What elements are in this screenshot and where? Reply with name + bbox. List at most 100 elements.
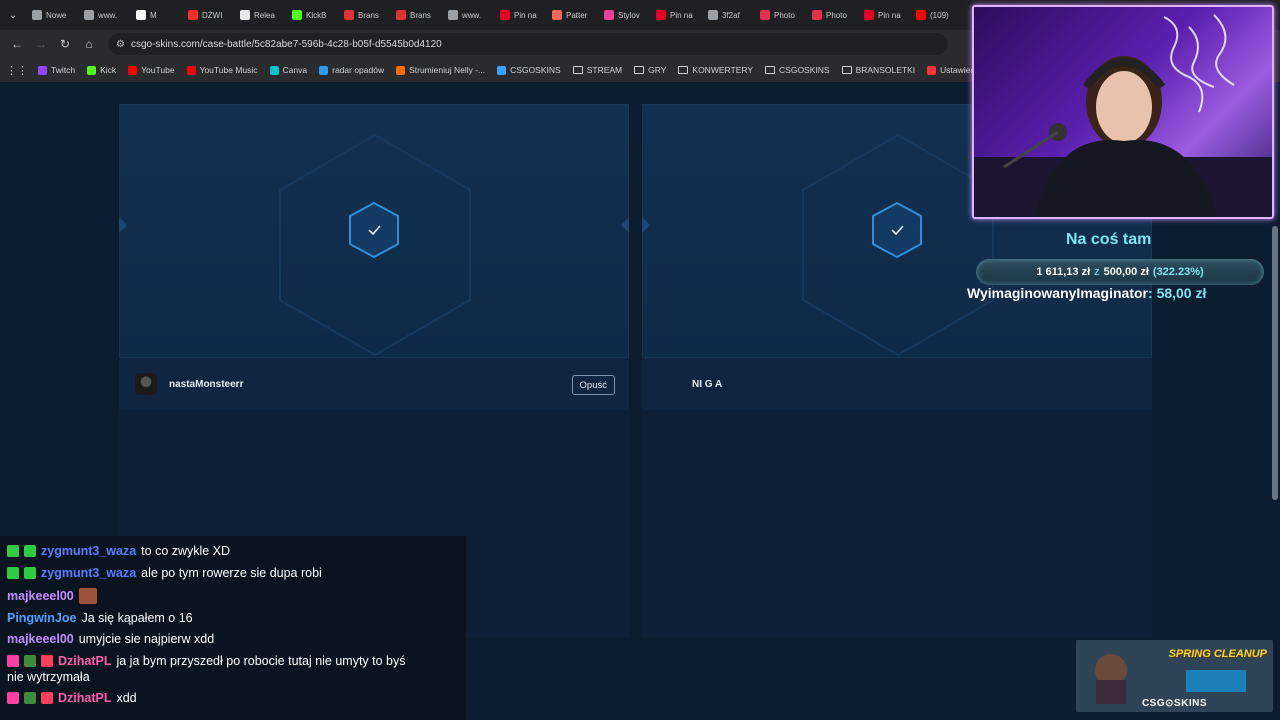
chat-username[interactable]: majkeeel00: [7, 589, 74, 603]
home-icon[interactable]: ⌂: [78, 33, 100, 55]
tab-label: www.: [462, 10, 482, 20]
tab-label: Relea: [254, 10, 275, 20]
bookmark-label: Kick: [100, 65, 117, 75]
reload-icon[interactable]: ↻: [54, 33, 76, 55]
bookmark-label: CSGOSKINS: [779, 65, 830, 75]
tab-favicon-icon: [240, 10, 250, 20]
browser-tab[interactable]: Patter: [548, 4, 600, 26]
bookmark-label: radar opadów: [332, 65, 385, 75]
browser-tab[interactable]: www.: [444, 4, 496, 26]
apps-icon[interactable]: ⋮⋮: [6, 64, 28, 77]
tab-favicon-icon: [136, 10, 146, 20]
bookmark-item[interactable]: STREAM: [572, 65, 623, 75]
chat-username[interactable]: DzihatPL: [58, 654, 111, 668]
tab-favicon-icon: [188, 10, 198, 20]
bookmark-item[interactable]: CSGOSKINS: [497, 65, 561, 75]
leave-button[interactable]: Opuść: [571, 375, 615, 395]
tab-favicon-icon: [760, 10, 770, 20]
chat-username[interactable]: zygmunt3_waza: [41, 544, 136, 558]
chat-badge-icon: [41, 692, 53, 704]
bookmark-item[interactable]: BRANSOLETKI: [841, 65, 915, 75]
chat-username[interactable]: majkeeel00: [7, 632, 74, 646]
bookmark-item[interactable]: Canva: [269, 65, 307, 75]
chat-username[interactable]: zygmunt3_waza: [41, 566, 136, 580]
chat-badge-icon: [24, 655, 36, 667]
tab-label: Nowe: [46, 10, 67, 20]
bookmark-item[interactable]: KONWERTERY: [678, 65, 753, 75]
bookmark-item[interactable]: Kick: [87, 65, 116, 75]
chat-message: zygmunt3_waza ale po tym rowerze sie dupa…: [7, 566, 322, 580]
chat-text: ja ja bym przyszedł po robocie tutaj nie…: [116, 654, 406, 668]
goal-percent: (322.23%): [1152, 266, 1204, 278]
goal-target: 500,00 zł: [1103, 266, 1149, 278]
bookmark-favicon-icon: [396, 65, 406, 75]
chat-username[interactable]: DzihatPL: [58, 691, 111, 705]
player1-bar: nastaMonsteerr Opuść: [119, 358, 629, 410]
forward-icon[interactable]: →: [30, 33, 52, 55]
bookmark-favicon-icon: [497, 65, 507, 75]
player2-bar: NI G A: [642, 358, 1152, 410]
tab-label: Pin na: [878, 10, 901, 20]
tab-label: Brans: [410, 10, 431, 20]
browser-tab[interactable]: KickB: [288, 4, 340, 26]
ready-check-icon: [872, 201, 922, 259]
browser-tab[interactable]: Pin na: [860, 4, 912, 26]
chat-text: ale po tym rowerze sie dupa robi: [141, 566, 322, 580]
browser-tab[interactable]: Stylov: [600, 4, 652, 26]
chat-message: PingwinJoe Ja się kąpałem o 16: [7, 611, 193, 625]
bookmark-item[interactable]: GRY: [634, 65, 666, 75]
browser-tab[interactable]: (109): [912, 4, 964, 26]
donation-goal-bar: 1 611,13 zł z 500,00 zł (322.23%): [976, 259, 1264, 285]
browser-tab[interactable]: M: [132, 4, 184, 26]
folder-icon: [765, 66, 776, 74]
browser-tab[interactable]: Pin na: [652, 4, 704, 26]
bookmark-label: Strumieniuj Nelly -...: [409, 65, 486, 75]
chat-badge-icon: [7, 545, 19, 557]
tab-favicon-icon: [812, 10, 822, 20]
browser-tab[interactable]: Brans: [392, 4, 444, 26]
bookmark-label: STREAM: [586, 65, 623, 75]
back-icon[interactable]: ←: [6, 33, 28, 55]
browser-tab[interactable]: Relea: [236, 4, 288, 26]
bookmark-item[interactable]: Strumieniuj Nelly -...: [396, 65, 485, 75]
bookmark-favicon-icon: [927, 65, 937, 75]
bookmark-item[interactable]: Twitch: [38, 65, 75, 75]
donor-amount-sep: :: [1148, 285, 1157, 301]
chat-username[interactable]: PingwinJoe: [7, 611, 76, 625]
goal-of: z: [1094, 266, 1100, 278]
tab-label: Pin na: [514, 10, 537, 20]
chat-badge-icon: [7, 692, 19, 704]
browser-tab[interactable]: DŹWI: [184, 4, 236, 26]
browser-tab[interactable]: Photo: [808, 4, 860, 26]
tab-label: DŹWI: [202, 10, 223, 20]
site-info-icon[interactable]: ⚙: [116, 39, 125, 50]
bookmark-item[interactable]: radar opadów: [319, 65, 384, 75]
bookmark-item[interactable]: CSGOSKINS: [765, 65, 830, 75]
folder-icon: [572, 66, 583, 74]
browser-tab[interactable]: Pin na: [496, 4, 548, 26]
browser-tab[interactable]: 3f2af: [704, 4, 756, 26]
donation-goal-title: Na coś tam: [1066, 231, 1152, 248]
chat-badge-icon: [7, 567, 19, 579]
bookmark-label: GRY: [648, 65, 667, 75]
tab-label: Photo: [774, 10, 795, 20]
tab-favicon-icon: [396, 10, 406, 20]
bookmark-favicon-icon: [128, 65, 138, 75]
bookmark-item[interactable]: YouTube Music: [186, 65, 258, 75]
webcam-overlay: [972, 5, 1274, 219]
stream-chat-overlay: zygmunt3_waza to co zwykle XD zygmunt3_waz…: [0, 536, 466, 720]
tab-favicon-icon: [656, 10, 666, 20]
tab-search-icon[interactable]: ⌄: [4, 6, 22, 24]
address-bar[interactable]: ⚙ csgo-skins.com/case-battle/5c82abe7-59…: [108, 33, 948, 55]
browser-tab[interactable]: Photo: [756, 4, 808, 26]
page-scrollbar[interactable]: [1272, 226, 1278, 500]
bookmark-item[interactable]: YouTube: [128, 65, 175, 75]
chat-badge-icon: [24, 545, 36, 557]
browser-tab[interactable]: Brans: [340, 4, 392, 26]
avatar: [135, 373, 157, 395]
browser-tab[interactable]: www.: [80, 4, 132, 26]
donor-name: WyimaginowanyImaginator: [967, 285, 1148, 301]
browser-tab[interactable]: Nowe: [28, 4, 80, 26]
tab-favicon-icon: [708, 10, 718, 20]
tab-label: (109): [930, 10, 949, 20]
